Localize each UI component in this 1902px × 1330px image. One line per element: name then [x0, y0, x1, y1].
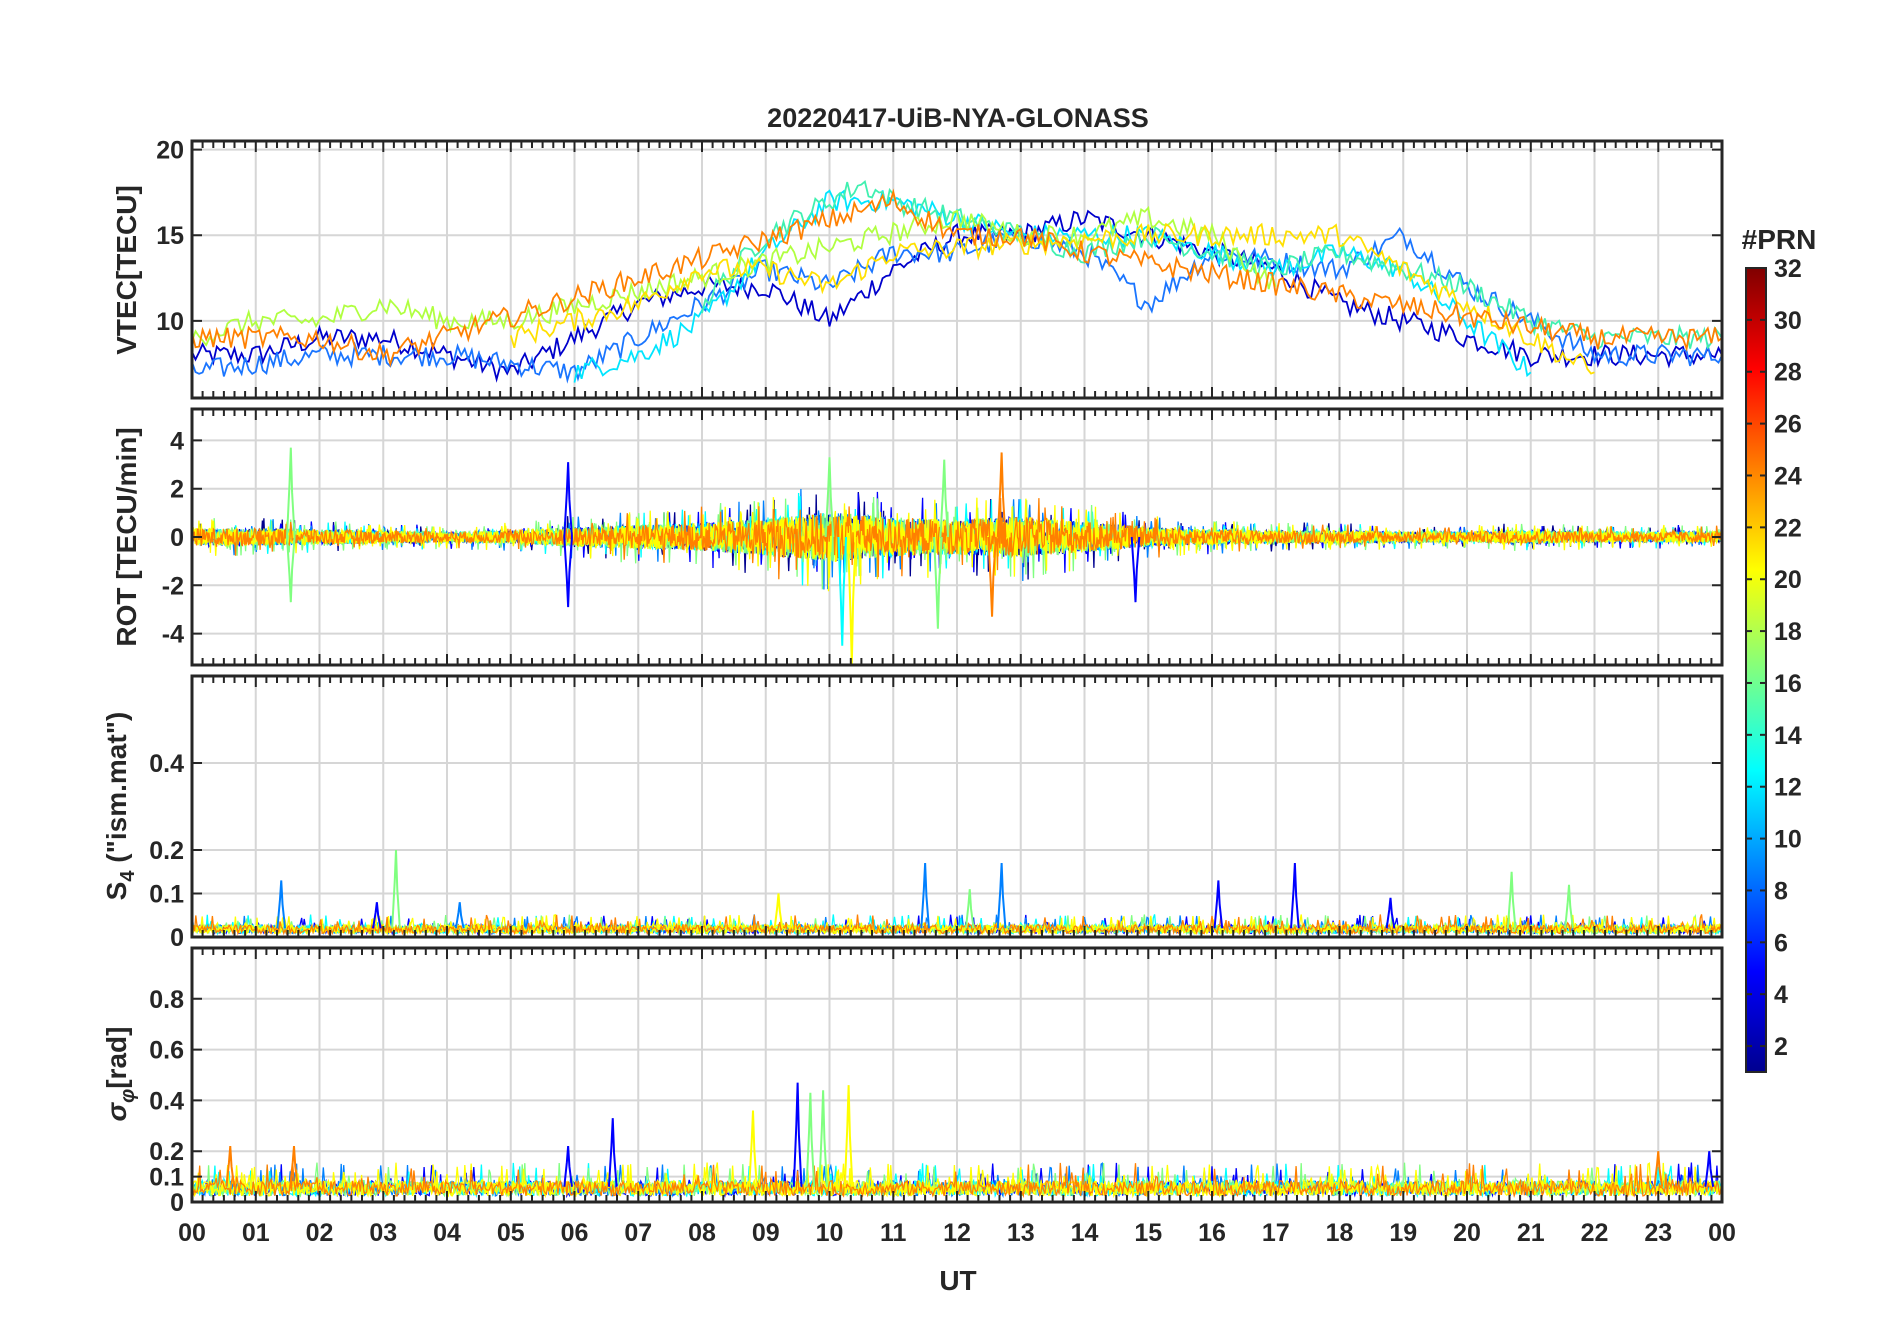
y-tick-label: 10 [156, 308, 184, 336]
x-tick-label: 10 [816, 1219, 844, 1247]
colorbar-tick-label: 28 [1774, 359, 1802, 387]
x-tick-label: 16 [1198, 1219, 1226, 1247]
x-axis-label: UT [939, 1265, 976, 1296]
colorbar-label: #PRN [1742, 224, 1817, 255]
y-tick-label: 0.1 [149, 881, 184, 909]
x-tick-label: 15 [1134, 1219, 1162, 1247]
y-tick-label: 0 [170, 1189, 184, 1217]
x-tick-label: 00 [1708, 1219, 1736, 1247]
colorbar-tick-label: 8 [1774, 877, 1788, 905]
panel-vtec: 10 15 20 VTEC[TECU] [111, 137, 1724, 400]
chart-title: 20220417-UiB-NYA-GLONASS [767, 103, 1149, 133]
y-tick-label: 0.4 [149, 1087, 184, 1115]
x-tick-label: 05 [497, 1219, 525, 1247]
x-tick-label: 12 [943, 1219, 971, 1247]
y-tick-label: 0 [170, 924, 184, 952]
colorbar-tick-label: 24 [1774, 462, 1802, 490]
colorbar-tick-label: 4 [1774, 981, 1788, 1009]
y-tick-label: 0.1 [149, 1164, 184, 1192]
y-tick-label: 0 [170, 524, 184, 552]
x-tick-label: 14 [1071, 1219, 1099, 1247]
x-tick-label: 17 [1262, 1219, 1290, 1247]
x-tick-label: 23 [1644, 1219, 1672, 1247]
y-tick-label: 0.8 [149, 986, 184, 1014]
panel-sigma_phi: 00.10.20.40.60.8σφ[rad] [101, 946, 1724, 1217]
panel-rot: -4 -2 0 2 4 ROT [TECU/min] [111, 407, 1724, 667]
x-tick-label: 18 [1326, 1219, 1354, 1247]
y-tick-label: 2 [170, 476, 184, 504]
x-tick-label: 21 [1517, 1219, 1545, 1247]
x-tick-label: 20 [1453, 1219, 1481, 1247]
y-tick-label: 0.2 [149, 1138, 184, 1166]
y-axis-label-vtec: VTEC[TECU] [111, 185, 142, 355]
colorbar-tick-label: 10 [1774, 826, 1802, 854]
colorbar-tick-label: 16 [1774, 670, 1802, 698]
y-tick-label: 0.2 [149, 837, 184, 865]
panel-s4: 00.10.20.4S4 ("ism.mat") [101, 674, 1724, 952]
x-tick-label: 06 [561, 1219, 589, 1247]
x-tick-label: 11 [880, 1219, 907, 1247]
x-tick-label: 07 [624, 1219, 652, 1247]
x-tick-label: 19 [1389, 1219, 1417, 1247]
colorbar-tick-label: 2 [1774, 1033, 1788, 1061]
x-tick-label: 01 [242, 1219, 270, 1247]
colorbar-tick-label: 32 [1774, 255, 1802, 283]
y-tick-label: 20 [156, 137, 184, 165]
y-tick-label: -4 [162, 621, 184, 649]
y-axis-label-rot: ROT [TECU/min] [111, 427, 142, 646]
colorbar-tick-label: 30 [1774, 307, 1802, 335]
x-tick-label: 04 [433, 1219, 461, 1247]
x-tick-label: 02 [306, 1219, 334, 1247]
colorbar-gradient [1745, 267, 1767, 1073]
x-tick-label: 00 [178, 1219, 206, 1247]
x-tick-label: 08 [688, 1219, 716, 1247]
y-tick-label: 15 [156, 222, 184, 250]
y-tick-label: 0.6 [149, 1037, 184, 1065]
colorbar-tick-label: 20 [1774, 566, 1802, 594]
panels: 101520VTEC[TECU]-4-2024ROT [TECU/min]00.… [101, 137, 1724, 1217]
colorbar-tick-label: 6 [1774, 929, 1788, 957]
x-tick-label: 03 [369, 1219, 397, 1247]
y-tick-label: -2 [162, 572, 184, 600]
colorbar-tick-label: 22 [1774, 514, 1802, 542]
colorbar-tick-label: 26 [1774, 411, 1802, 439]
y-tick-label: 0.4 [149, 750, 184, 778]
x-tick-label: 13 [1007, 1219, 1035, 1247]
x-tick-label: 09 [752, 1219, 780, 1247]
colorbar-tick-label: 12 [1774, 774, 1802, 802]
figure: 20220417-UiB-NYA-GLONASS 101520VTEC[TECU… [0, 0, 1902, 1330]
x-tick-label: 22 [1581, 1219, 1609, 1247]
y-tick-label: 4 [170, 427, 184, 455]
colorbar-tick-label: 14 [1774, 722, 1802, 750]
colorbar-tick-label: 18 [1774, 618, 1802, 646]
